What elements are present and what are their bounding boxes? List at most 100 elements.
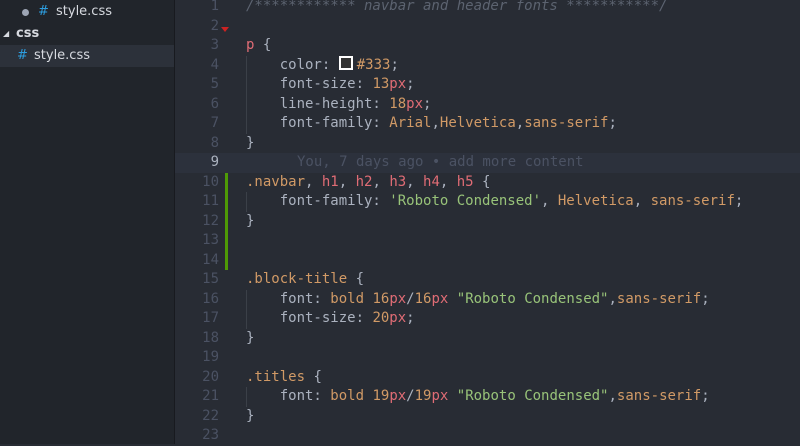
code-text: .block-title { [246,270,364,290]
folder-expanded-icon: ◢ [3,29,10,38]
open-file-item[interactable]: # style.css [0,1,174,23]
code-token: /************ navbar and header fonts **… [246,0,668,14]
code-token: 18 [389,95,407,112]
code-text: } [246,329,254,349]
code-editor[interactable]: 1 /************ navbar and header fonts *… [175,0,800,444]
code-line[interactable]: 9 You, 7 days ago • add more content [175,153,800,173]
line-number: 8 [210,134,219,151]
css-file-icon: # [17,48,28,63]
code-token: , [633,193,651,209]
code-line[interactable]: 12} [175,211,800,231]
code-token: px [389,76,407,92]
code-line[interactable]: 4 color: #333; [175,55,800,75]
code-line[interactable]: 3 p { [175,36,800,56]
css-file-icon: # [38,4,49,19]
code-line[interactable]: 1 /************ navbar and header fonts *… [175,0,800,17]
code-text: font-size: 20px; [246,309,415,329]
code-text: font-size: 13px; [246,75,415,95]
code-token: 13 [372,76,390,92]
color-swatch-icon [338,55,353,70]
git-modified-marker [225,250,228,270]
code-token: / [406,290,415,307]
code-line[interactable]: 6 line-height: 18px; [175,94,800,114]
code-line[interactable]: 8} [175,134,800,154]
code-line[interactable]: 21 font: bold 19px/19px "Roboto Condense… [175,387,800,407]
code-text: font: bold 19px/19px "Roboto Condensed",… [246,387,710,407]
code-token: .titles [246,368,306,385]
code-text: font-family: 'Roboto Condensed', Helveti… [246,192,744,212]
folder-label: css [16,26,40,41]
code-token: sans-serif [650,193,735,209]
code-token: ; [390,56,399,73]
git-modified-marker [225,192,228,212]
code-token: 16 [372,290,390,307]
code-token: font-family: [246,115,390,131]
code-text: } [246,134,254,154]
line-number: 5 [210,76,219,92]
code-token: ; [406,76,415,92]
modified-dot-icon [22,9,29,16]
code-line[interactable]: 20 .titles { [175,368,800,388]
code-token: font-size: [246,310,373,326]
code-line[interactable]: 19 [175,348,800,368]
line-number: 14 [202,251,219,268]
code-token: , [372,173,390,190]
code-token: 20 [372,310,390,326]
code-line[interactable]: 15 .block-title { [175,270,800,290]
code-line[interactable]: 18} [175,329,800,349]
code-line[interactable]: 16 font: bold 16px/16px "Roboto Condense… [175,289,800,310]
code-token: color: [246,56,339,73]
code-text: font-family: Arial,Helvetica,sans-serif; [246,114,617,134]
code-line[interactable]: 11 font-family: 'Roboto Condensed', Helv… [175,192,800,212]
code-text: .titles { [246,368,322,388]
code-token: , [305,173,322,190]
code-line[interactable]: 22} [175,407,800,427]
code-text: p { [246,36,271,56]
line-number: 16 [202,290,219,307]
code-token: Helvetica [439,115,516,131]
code-line[interactable]: 7 font-family: Arial,Helvetica,sans-seri… [175,114,800,134]
code-token: line-height: [246,95,390,112]
code-token: 19 [414,388,432,404]
file-label: style.css [34,48,90,63]
code-token: h4 [423,173,440,190]
code-text: font: bold 16px/16px "Roboto Condensed",… [246,290,710,310]
code-token: ; [734,193,744,209]
code-token: { [305,368,322,385]
code-token: { [347,271,365,287]
code-line[interactable]: 2 [175,17,800,37]
code-line[interactable]: 10 .navbar, h1, h2, h3, h4, h5 { [175,172,800,192]
code-token: .block-title [246,271,348,287]
code-line[interactable]: 23 [175,426,800,446]
line-number: 4 [210,56,219,73]
code-text: You, 7 days ago • add more content [246,153,584,173]
code-token: "Roboto Condensed" [456,388,609,404]
git-modified-marker [225,211,228,231]
code-token: Helvetica [557,193,634,209]
code-token: , [541,193,558,209]
code-token: 16 [414,290,432,307]
code-line[interactable]: 17 font-size: 20px; [175,309,800,329]
code-token: #333 [356,56,391,73]
code-token: , [406,173,424,190]
line-number: 13 [202,232,219,248]
code-token: sans-serif [616,290,702,307]
folder-css[interactable]: ◢ css [0,23,174,45]
code-token: Arial [389,115,432,131]
code-line[interactable]: 14 [175,250,800,270]
code-text: /************ navbar and header fonts **… [246,0,667,17]
code-token: "Roboto Condensed" [456,290,609,307]
code-line[interactable]: 5 font-size: 13px; [175,75,800,95]
code-token: font-size: [246,76,373,92]
code-line[interactable]: 13 [175,231,800,251]
code-token: 19 [372,388,390,404]
line-number: 2 [210,17,219,34]
line-number: 1 [210,0,219,14]
line-number: 18 [202,329,219,346]
file-item-style-css[interactable]: # style.css [0,45,174,67]
line-number: 23 [202,427,219,443]
line-number: 21 [202,388,219,404]
line-number: 10 [202,173,219,190]
file-tree-sidebar: # style.css ◢ css # style.css [0,0,175,444]
